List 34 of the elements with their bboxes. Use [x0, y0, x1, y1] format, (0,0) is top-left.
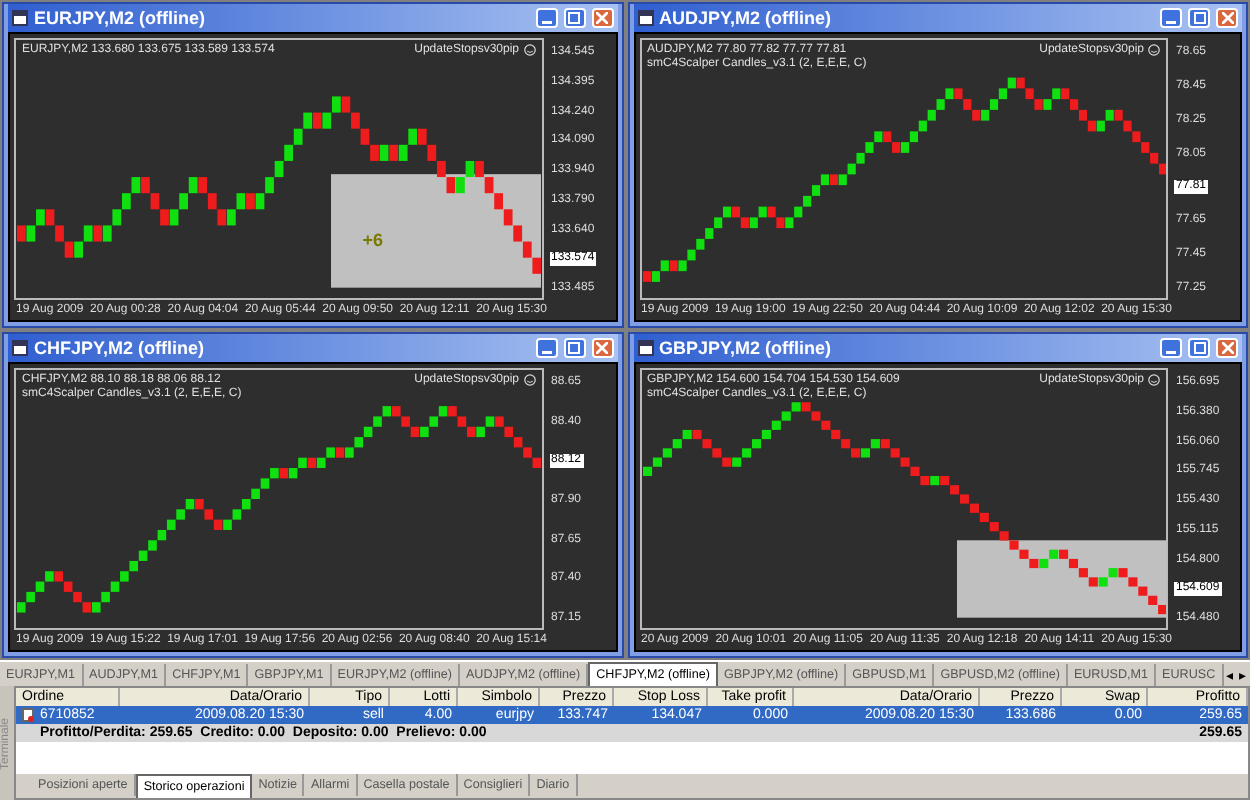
maximize-icon — [1193, 342, 1205, 354]
smiley-icon — [523, 44, 535, 56]
minimize-button[interactable] — [535, 8, 557, 28]
document-icon — [22, 708, 34, 722]
window-icon — [637, 340, 653, 356]
window-icon — [12, 340, 28, 356]
maximize-button[interactable] — [1188, 338, 1210, 358]
close-icon — [596, 342, 608, 354]
smiley-icon — [1148, 44, 1160, 56]
close-icon — [1221, 342, 1233, 354]
window-title: CHFJPY,M2 (offline) — [34, 338, 207, 358]
window-icon — [12, 10, 28, 26]
maximize-icon — [568, 12, 580, 24]
maximize-button[interactable] — [563, 338, 585, 358]
minimize-button[interactable] — [535, 338, 557, 358]
close-button[interactable] — [1216, 338, 1238, 358]
window-title: AUDJPY,M2 (offline) — [659, 8, 834, 28]
trade-label: +6 — [362, 230, 384, 251]
window-icon — [637, 10, 653, 26]
minimize-button[interactable] — [1160, 8, 1182, 28]
window-title: GBPJPY,M2 (offline) — [659, 338, 834, 358]
maximize-icon — [568, 342, 580, 354]
close-icon — [596, 12, 608, 24]
maximize-button[interactable] — [1188, 8, 1210, 28]
close-button[interactable] — [1216, 8, 1238, 28]
minimize-button[interactable] — [1160, 338, 1182, 358]
close-button[interactable] — [591, 8, 613, 28]
maximize-icon — [1193, 12, 1205, 24]
close-button[interactable] — [591, 338, 613, 358]
window-title: EURJPY,M2 (offline) — [34, 8, 208, 28]
maximize-button[interactable] — [563, 8, 585, 28]
smiley-icon — [1148, 374, 1160, 386]
smiley-icon — [523, 374, 535, 386]
close-icon — [1221, 12, 1233, 24]
